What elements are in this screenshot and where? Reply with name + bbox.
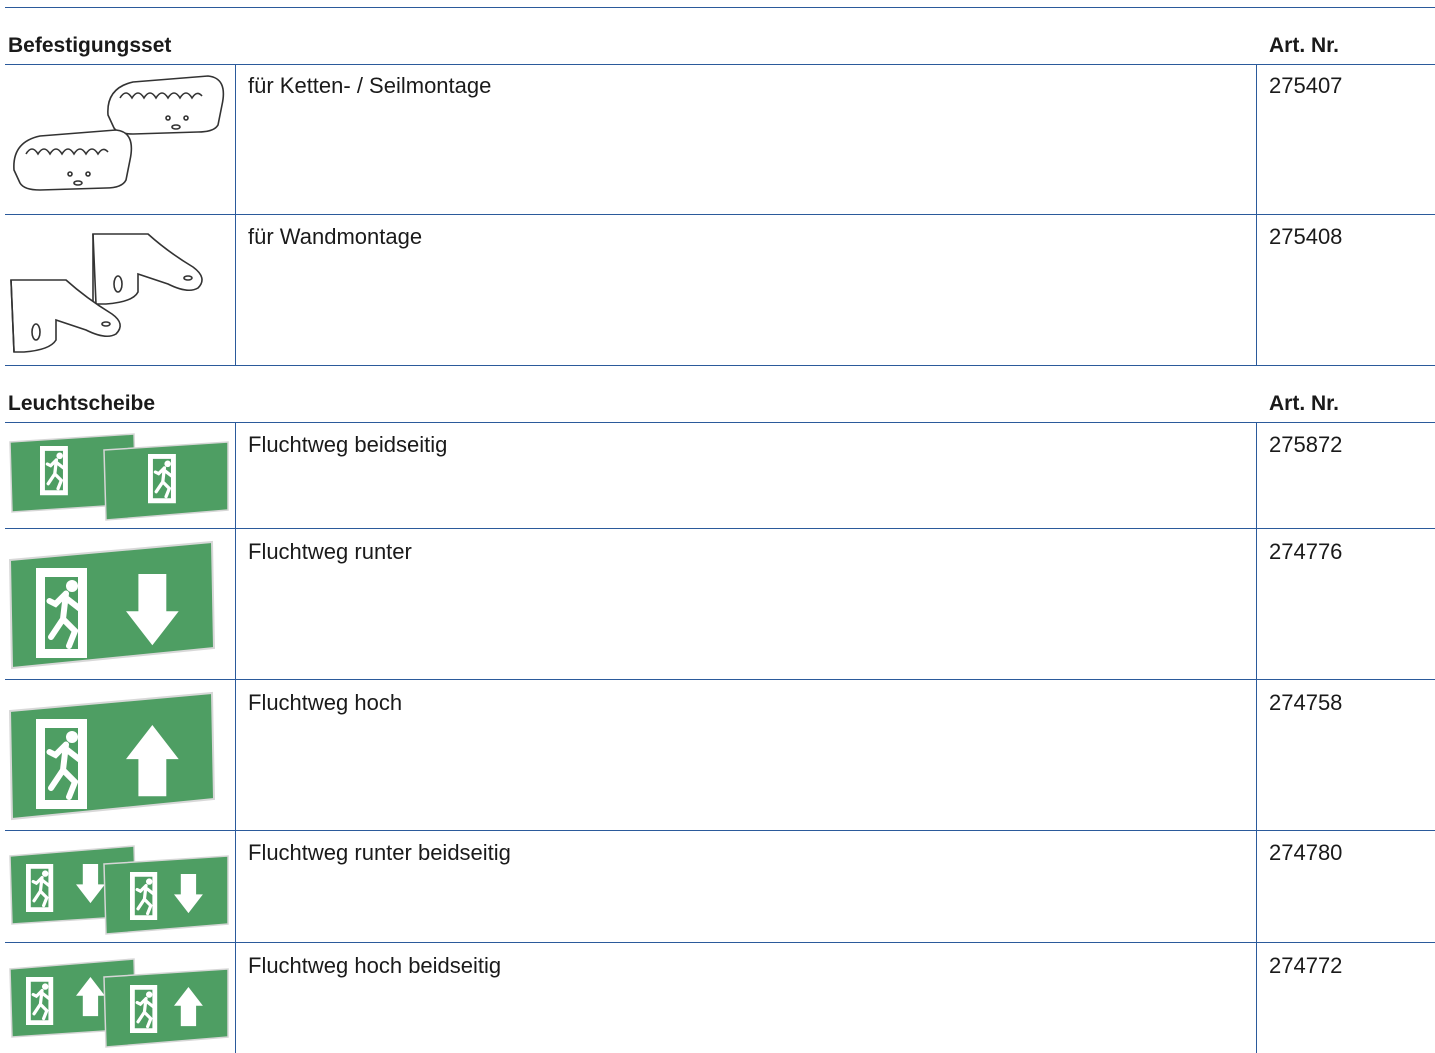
row-description: für Wandmontage [248, 224, 423, 249]
section-1-header-rule [5, 64, 1435, 65]
article-number: 274772 [1269, 953, 1343, 978]
article-number: 275407 [1269, 73, 1343, 98]
row-description: Fluchtweg runter beidseitig [248, 840, 511, 865]
article-number: 274780 [1269, 840, 1343, 865]
row-divider [5, 679, 1435, 680]
section-2-header-rule [5, 422, 1435, 423]
column-divider [1256, 64, 1257, 365]
exit-sign-up-arrow-double-icon [8, 953, 230, 1049]
exit-sign-double-icon [8, 430, 230, 522]
article-number: 274776 [1269, 539, 1343, 564]
article-number: 275872 [1269, 432, 1343, 457]
row-description: Fluchtweg beidseitig [248, 432, 448, 457]
row-description: Fluchtweg hoch [248, 690, 403, 715]
row-divider [5, 942, 1435, 943]
row-divider [5, 830, 1435, 831]
row-description: Fluchtweg hoch beidseitig [248, 953, 502, 978]
column-divider [235, 64, 236, 365]
article-number: 274758 [1269, 690, 1343, 715]
section-1-bottom-rule [5, 365, 1435, 366]
row-divider [5, 214, 1435, 215]
exit-sign-down-arrow-icon [8, 538, 218, 672]
exit-sign-up-arrow-icon [8, 689, 218, 823]
row-description: Fluchtweg runter [248, 539, 412, 564]
section-title: Leuchtscheibe [8, 392, 156, 415]
chain-mount-bracket-icon [8, 70, 230, 205]
column-divider [235, 422, 236, 1053]
section-title: Befestigungsset [8, 34, 172, 57]
row-description: für Ketten- / Seilmontage [248, 73, 492, 98]
exit-sign-down-arrow-double-icon [8, 840, 230, 936]
column-divider [1256, 422, 1257, 1053]
artnr-header: Art. Nr. [1269, 34, 1340, 57]
artnr-header: Art. Nr. [1269, 392, 1340, 415]
article-number: 275408 [1269, 224, 1343, 249]
wall-mount-bracket-icon [8, 222, 230, 357]
row-divider [5, 528, 1435, 529]
top-rule [5, 7, 1435, 8]
